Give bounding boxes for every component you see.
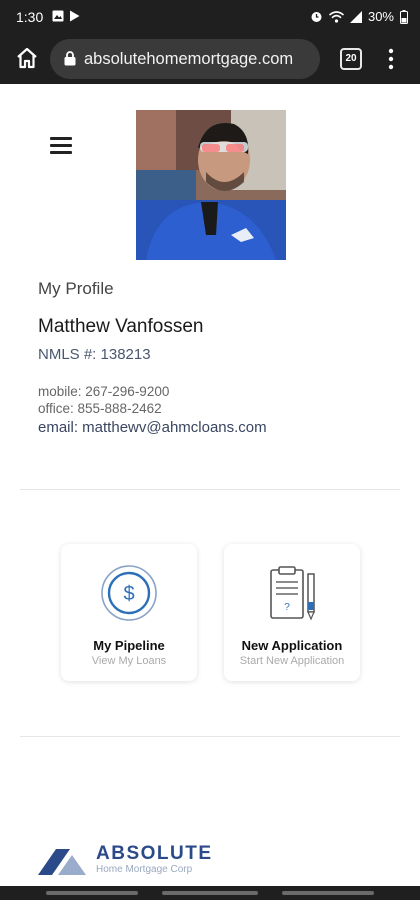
signal-icon: [349, 10, 362, 23]
browser-menu-icon[interactable]: [388, 48, 394, 70]
logo-mark-icon: [38, 849, 86, 875]
home-icon[interactable]: [14, 45, 40, 71]
dollar-circle-icon: $: [101, 565, 157, 621]
profile-name: Matthew Vanfossen: [38, 316, 204, 337]
divider: [20, 736, 400, 737]
browser-toolbar: absolutehomemortgage.com 20: [0, 34, 420, 84]
hamburger-menu-icon[interactable]: [50, 137, 72, 155]
tab-switcher-button[interactable]: 20: [340, 48, 362, 70]
email-link[interactable]: email: matthewv@ahmcloans.com: [38, 419, 267, 436]
nav-handle: [46, 891, 138, 895]
clipboard-pencil-icon: ?: [270, 566, 315, 621]
play-store-icon: [70, 10, 80, 22]
profile-photo: [136, 110, 286, 260]
card-title: New Application: [241, 638, 343, 653]
battery-percent: 30%: [367, 9, 394, 24]
mobile-phone[interactable]: mobile: 267-296-9200: [38, 384, 169, 399]
svg-text:?: ?: [284, 602, 290, 613]
gallery-icon: [52, 10, 64, 22]
battery-charging-icon: [400, 9, 408, 24]
nmls-number: NMLS #: 138213: [38, 346, 151, 363]
divider: [20, 489, 400, 490]
status-notification-icons: [52, 10, 80, 22]
card-subtitle: View My Loans: [91, 655, 167, 667]
card-title: My Pipeline: [93, 638, 165, 653]
svg-text:$: $: [123, 583, 134, 605]
logo-tagline: Home Mortgage Corp: [96, 864, 193, 875]
address-bar[interactable]: absolutehomemortgage.com: [50, 39, 320, 79]
new-application-card[interactable]: ? New Application Start New Application: [224, 544, 360, 681]
card-subtitle: Start New Application: [239, 655, 345, 667]
url-text: absolutehomemortgage.com: [84, 50, 294, 68]
system-nav-bar: [0, 886, 420, 900]
wifi-icon: [328, 10, 344, 23]
alarm-icon: [311, 12, 322, 22]
nav-handle: [282, 891, 374, 895]
my-pipeline-card[interactable]: $ My Pipeline View My Loans: [61, 544, 197, 681]
status-time: 1:30: [16, 9, 44, 25]
section-heading: My Profile: [38, 279, 114, 298]
company-logo[interactable]: ABSOLUTE Home Mortgage Corp: [38, 843, 238, 879]
lock-icon: [64, 51, 76, 66]
status-bar: 1:30 30%: [0, 0, 420, 34]
nav-handle: [162, 891, 258, 895]
status-system-icons: 30%: [310, 9, 408, 24]
office-phone[interactable]: office: 855-888-2462: [38, 401, 162, 416]
logo-wordmark: ABSOLUTE: [96, 843, 213, 864]
